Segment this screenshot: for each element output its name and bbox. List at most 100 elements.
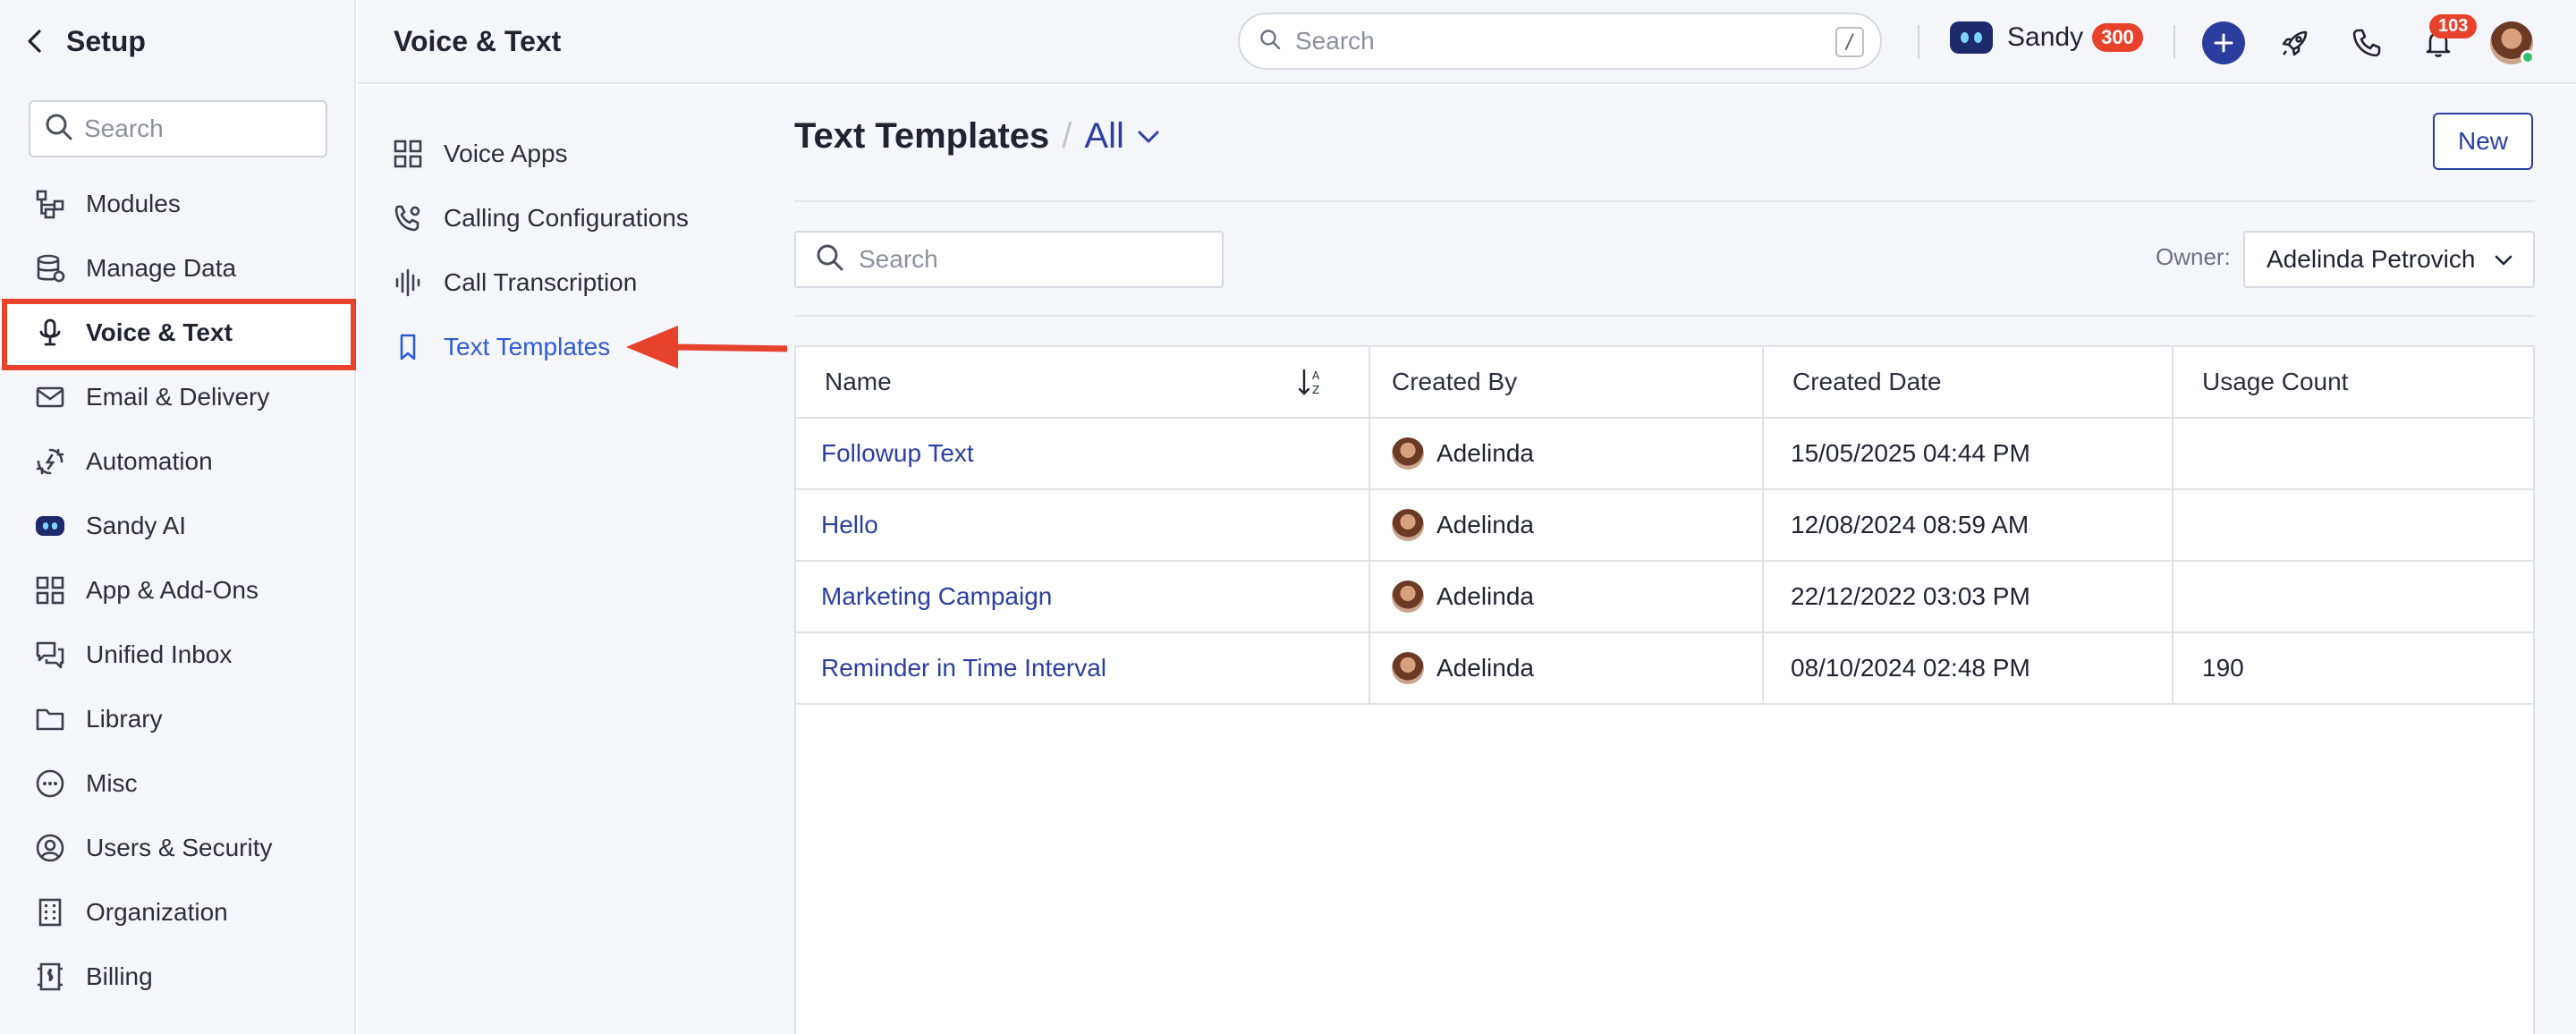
- template-name-link[interactable]: Followup Text: [821, 439, 974, 468]
- sidebar-item-organization[interactable]: Organization: [0, 880, 356, 945]
- assistant-name: Sandy: [2007, 22, 2084, 52]
- sidebar-item-app-addons[interactable]: App & Add-Ons: [0, 558, 356, 623]
- plus-icon[interactable]: [2202, 21, 2245, 64]
- sidebar-item-label: Unified Inbox: [86, 640, 233, 668]
- grid-icon: [392, 138, 424, 170]
- sort-az-icon[interactable]: AZ: [1297, 347, 1327, 417]
- chevron-down-icon: [2495, 255, 2512, 266]
- sandy-ai-button[interactable]: Sandy 300: [1950, 21, 2143, 54]
- voice-text-subnav: Voice Apps Calling Configurations Call T…: [358, 86, 787, 1034]
- avatar: [1392, 509, 1424, 541]
- avatar: [1392, 437, 1424, 470]
- global-search-input[interactable]: [1295, 27, 1814, 55]
- content-title: Text Templates: [794, 116, 1050, 156]
- view-filter-value: All: [1084, 116, 1124, 156]
- sidebar-item-label: Modules: [86, 190, 181, 217]
- bookmark-icon: [392, 331, 424, 363]
- created-by: Adelinda: [1436, 582, 1534, 610]
- back-arrow-icon[interactable]: [21, 28, 48, 55]
- user-circle-icon: [34, 832, 66, 864]
- created-date: 22/12/2022 03:03 PM: [1791, 582, 2030, 610]
- search-icon: [816, 243, 844, 276]
- receipt-icon: [34, 961, 66, 993]
- sidebar-item-label: Library: [86, 705, 163, 733]
- search-shortcut-key: /: [1835, 27, 1864, 57]
- sidebar-item-email-delivery[interactable]: Email & Delivery: [0, 365, 356, 429]
- sidebar-item-library[interactable]: Library: [0, 687, 356, 751]
- column-header-name[interactable]: Name: [825, 347, 892, 417]
- new-template-button[interactable]: New: [2433, 113, 2533, 170]
- sidebar-title: Setup: [66, 24, 146, 57]
- svg-text:Z: Z: [1312, 384, 1319, 396]
- divider: [794, 315, 2535, 317]
- sidebar-item-users-security[interactable]: Users & Security: [0, 816, 356, 880]
- top-bar: Voice & Text / Sandy 300 103: [358, 0, 2576, 84]
- sidebar-item-label: Users & Security: [86, 834, 273, 861]
- created-date: 15/05/2025 04:44 PM: [1791, 439, 2030, 467]
- table-search-input[interactable]: [859, 245, 1216, 274]
- template-name-link[interactable]: Hello: [821, 511, 878, 539]
- table-row[interactable]: Hello Adelinda 12/08/2024 08:59 AM: [796, 490, 2533, 562]
- folder-icon: [34, 703, 66, 735]
- chat-icon: [34, 639, 66, 671]
- setup-sidebar: Setup Modules Manage Data Voice & Text E…: [0, 0, 356, 1034]
- sidebar-item-manage-data[interactable]: Manage Data: [0, 236, 356, 301]
- phone-settings-icon: [392, 202, 424, 234]
- templates-table: Name AZ Created By Created Date Usage Co…: [794, 345, 2535, 1034]
- sidebar-item-label: Organization: [86, 898, 228, 926]
- database-icon: [34, 252, 66, 284]
- template-name-link[interactable]: Marketing Campaign: [821, 582, 1052, 611]
- building-icon: [34, 896, 66, 928]
- phone-icon[interactable]: [2345, 21, 2388, 64]
- sidebar-item-modules[interactable]: Modules: [0, 172, 356, 236]
- waveform-icon: [392, 267, 424, 299]
- subnav-item-voice-apps[interactable]: Voice Apps: [392, 127, 568, 181]
- ellipsis-icon: [34, 767, 66, 800]
- subnav-item-text-templates[interactable]: Text Templates: [392, 320, 610, 374]
- sidebar-item-unified-inbox[interactable]: Unified Inbox: [0, 623, 356, 687]
- subnav-item-label: Call Transcription: [444, 268, 638, 296]
- sidebar-item-label: Billing: [86, 962, 153, 990]
- table-row[interactable]: Reminder in Time Interval Adelinda 08/10…: [796, 633, 2533, 705]
- sidebar-item-sandy-ai[interactable]: Sandy AI: [0, 494, 356, 558]
- table-search-box[interactable]: [794, 231, 1224, 288]
- created-by: Adelinda: [1436, 654, 1534, 682]
- column-divider: [1368, 347, 1370, 703]
- sidebar-item-label: Email & Delivery: [86, 383, 270, 411]
- chevron-down-icon: [1138, 131, 1159, 142]
- microphone-icon: [34, 317, 66, 349]
- sidebar-item-billing[interactable]: Billing: [0, 945, 356, 1009]
- view-filter-dropdown[interactable]: All: [1084, 116, 1159, 157]
- subnav-item-calling-configurations[interactable]: Calling Configurations: [392, 191, 689, 245]
- user-avatar[interactable]: [2490, 21, 2535, 64]
- svg-text:A: A: [1312, 369, 1320, 382]
- search-icon: [45, 113, 73, 146]
- subnav-item-call-transcription[interactable]: Call Transcription: [392, 256, 637, 309]
- column-header-usage-count[interactable]: Usage Count: [2202, 347, 2348, 417]
- sidebar-search-box[interactable]: [29, 100, 327, 157]
- sidebar-item-label: Sandy AI: [86, 512, 187, 539]
- grid-icon: [34, 574, 66, 606]
- created-by: Adelinda: [1436, 439, 1534, 467]
- column-header-created-by[interactable]: Created By: [1392, 347, 1517, 417]
- sidebar-item-misc[interactable]: Misc: [0, 751, 356, 816]
- usage-count: 190: [2202, 654, 2244, 682]
- sidebar-item-automation[interactable]: Automation: [0, 429, 356, 494]
- rocket-icon[interactable]: [2274, 21, 2317, 64]
- sidebar-item-voice-text[interactable]: Voice & Text: [0, 301, 356, 365]
- subnav-item-label: Voice Apps: [444, 140, 568, 167]
- divider: [794, 200, 2535, 202]
- global-search-box[interactable]: /: [1238, 13, 1882, 70]
- sidebar-header: Setup: [0, 0, 354, 82]
- avatar: [1392, 652, 1424, 684]
- sidebar-item-label: Misc: [86, 769, 138, 797]
- column-header-created-date[interactable]: Created Date: [1792, 347, 1942, 417]
- table-row[interactable]: Marketing Campaign Adelinda 22/12/2022 0…: [796, 562, 2533, 633]
- search-icon: [1259, 29, 1281, 55]
- table-row[interactable]: Followup Text Adelinda 15/05/2025 04:44 …: [796, 419, 2533, 490]
- owner-dropdown[interactable]: Adelinda Petrovich: [2243, 231, 2535, 288]
- owner-label: Owner:: [2156, 243, 2231, 270]
- column-divider: [1762, 347, 1764, 703]
- template-name-link[interactable]: Reminder in Time Interval: [821, 654, 1106, 682]
- sidebar-search-input[interactable]: [84, 114, 317, 143]
